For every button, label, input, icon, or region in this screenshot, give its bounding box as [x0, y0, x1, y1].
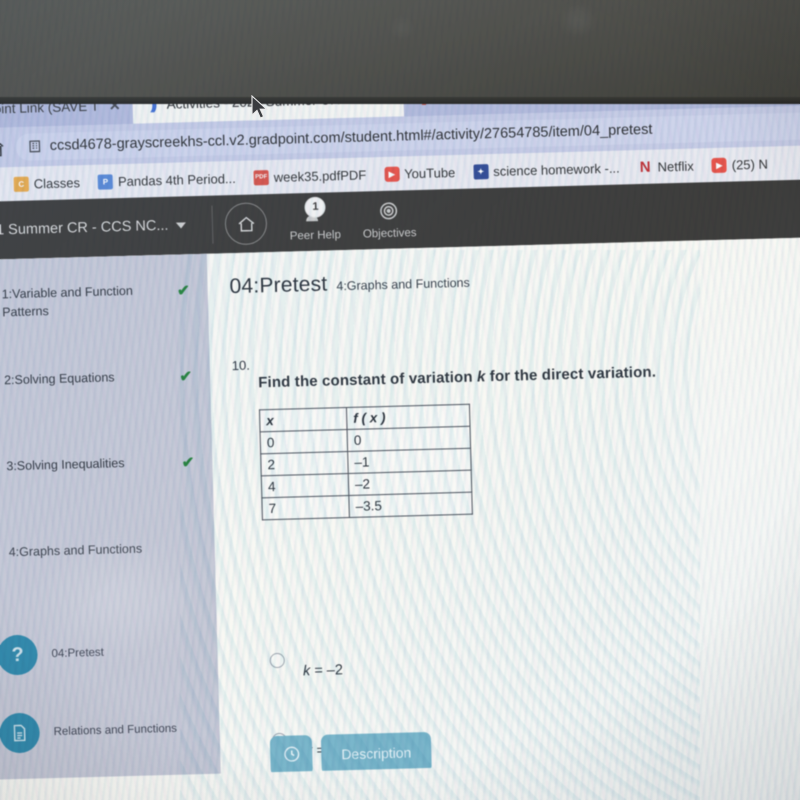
timer-button[interactable] [269, 735, 313, 774]
table-row: 7 –3.5 [261, 492, 473, 520]
peer-help-button[interactable]: 1 Peer Help [289, 196, 342, 243]
bookmark-label: Pandas 4th Period... [117, 170, 236, 189]
site-info-icon [28, 139, 42, 153]
chevron-down-icon[interactable] [176, 222, 187, 229]
mouse-cursor [250, 94, 270, 126]
page-title: 04:Pretest 4:Graphs and Functions [207, 259, 800, 300]
objectives-target-icon [378, 200, 401, 226]
column-header-x: x [259, 407, 348, 432]
home-button[interactable] [224, 202, 268, 246]
question-text: Find the constant of variation k for the… [258, 364, 656, 392]
question-mark-icon: ? [0, 634, 39, 676]
activity-content: 04:Pretest 4:Graphs and Functions 10. Fi… [207, 237, 800, 774]
clock-icon [282, 744, 302, 767]
youtube-icon: ▶ [711, 157, 727, 173]
course-name: 21 Summer CR - CCS NC... [0, 217, 169, 239]
bookmark-item[interactable]: P Pandas 4th Period... [92, 168, 242, 191]
bookmark-label: Classes [33, 174, 81, 191]
sidebar-item-unit-4[interactable]: 4:Graphs and Functions [0, 526, 216, 608]
answer-value: = –2 [310, 662, 344, 680]
bookmark-label: Netflix [657, 158, 694, 175]
bookmark-label: YouTube [403, 164, 456, 181]
sidebar-item-unit-3[interactable]: 3:Solving Inequalities ✔ [0, 440, 214, 522]
question-text-post: for the direct variation. [485, 363, 657, 386]
check-icon: ✔ [176, 282, 190, 300]
cell-x: 7 [261, 495, 350, 520]
check-icon: ✔ [179, 368, 193, 386]
sidebar-item-quiz-relations-and-functions[interactable]: ? Quiz: Relations and Functions [0, 772, 221, 780]
document-icon [0, 712, 41, 754]
cell-x: 0 [260, 429, 348, 454]
activity-subtitle: 4:Graphs and Functions [336, 275, 470, 294]
photo-of-screen: Point Link (SAVE T ✕ )) Activities - 202… [0, 0, 800, 800]
app-body: 1:Variable and Function Patterns ✔ 2:Sol… [0, 236, 800, 780]
bookmark-item[interactable]: PDF week35.pdfPDF [247, 165, 372, 187]
bookmark-item[interactable]: N Netflix [631, 156, 700, 177]
values-table: x f ( x ) 0 0 2 –1 4 –2 7 –3.5 [258, 403, 473, 521]
cell-fx: –3.5 [348, 492, 473, 518]
bookmark-favicon: P [97, 173, 114, 190]
answer-choice-1[interactable]: k = –2 [269, 650, 348, 680]
sidebar-item-unit-2[interactable]: 2:Solving Equations ✔ [0, 354, 211, 436]
bookmark-favicon: C [13, 176, 29, 192]
shield-icon: ✦ [473, 163, 489, 180]
objectives-button[interactable]: Objectives [362, 200, 417, 240]
youtube-icon: ▶ [383, 166, 400, 182]
bookmark-item[interactable]: ▶ (25) N [705, 154, 774, 175]
sidebar-item-label: 04:Pretest [51, 646, 105, 661]
course-sidebar: 1:Variable and Function Patterns ✔ 2:Sol… [0, 253, 221, 780]
question-number: 10. [231, 357, 251, 374]
bookmark-item[interactable]: ✦ science homework -... [467, 158, 626, 181]
answer-choice-label: k = –2 [303, 662, 343, 679]
divider [211, 205, 214, 244]
sidebar-item-label: 1:Variable and Function Patterns [1, 283, 134, 320]
course-selector[interactable]: 21 Summer CR - CCS NC... [0, 217, 201, 239]
activity-title: 04:Pretest [229, 272, 328, 299]
sidebar-item-pretest[interactable]: ? 04:Pretest [0, 616, 218, 690]
activity-toolbar: Description [269, 731, 432, 774]
bookmark-item[interactable]: ▶ YouTube [378, 162, 462, 183]
bookmark-label: (25) N [731, 156, 769, 173]
sidebar-item-label: 4:Graphs and Functions [8, 541, 143, 560]
sidebar-item-label: Relations and Functions [53, 722, 178, 739]
monitor-bezel [0, 0, 800, 104]
cell-x: 2 [260, 451, 349, 476]
pdf-icon: PDF [253, 169, 269, 185]
sidebar-item-label: 2:Solving Equations [3, 370, 115, 388]
sidebar-item-relations-and-functions[interactable]: Relations and Functions [0, 694, 220, 768]
radio-button[interactable] [269, 652, 285, 669]
sidebar-item-unit-1[interactable]: 1:Variable and Function Patterns ✔ [0, 268, 209, 350]
home-icon[interactable] [0, 136, 6, 159]
address-bar-url: ccsd4678-grayscreekhs-ccl.v2.gradpoint.c… [49, 121, 653, 154]
peer-help-label: Peer Help [289, 228, 342, 243]
description-button[interactable]: Description [320, 731, 432, 774]
question-text-pre: Find the constant of variation [258, 368, 478, 392]
description-button-label: Description [341, 744, 412, 763]
sidebar-item-label: 3:Solving Inequalities [6, 456, 125, 474]
bookmark-item[interactable]: ks [0, 175, 2, 195]
check-icon: ✔ [181, 454, 195, 472]
bookmark-label: week35.pdfPDF [273, 166, 367, 185]
bookmark-label: science homework -... [493, 160, 620, 179]
netflix-icon: N [639, 158, 651, 176]
cell-x: 4 [261, 473, 349, 498]
objectives-label: Objectives [362, 226, 417, 241]
screen-content: Point Link (SAVE T ✕ )) Activities - 202… [0, 58, 800, 800]
bookmark-item[interactable]: C Classes [8, 173, 87, 194]
